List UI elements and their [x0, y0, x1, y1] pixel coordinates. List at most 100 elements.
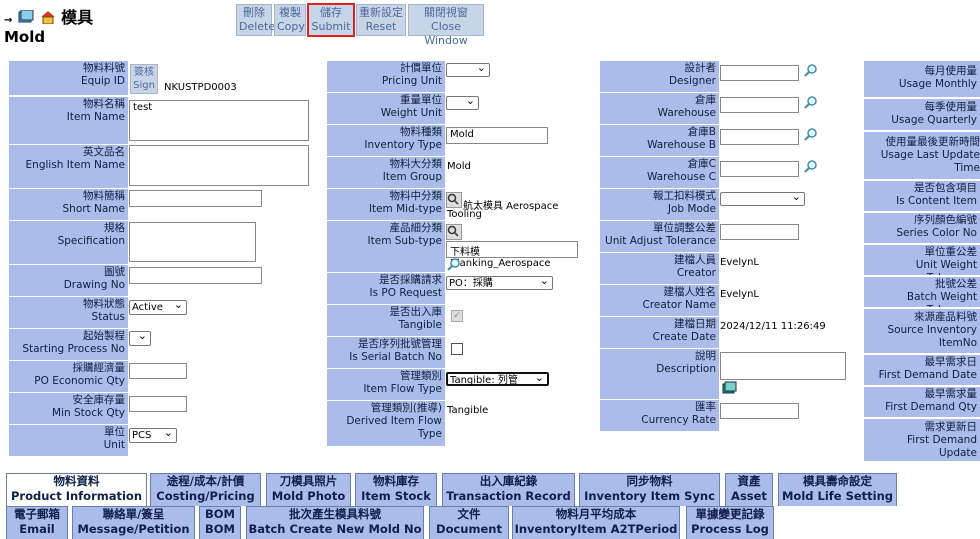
unit-select[interactable]: PCS: [129, 426, 177, 443]
tab-inventory-item-sync[interactable]: 同步物料 Inventory Item Sync: [579, 473, 720, 506]
submit-button[interactable]: 儲存 Submit: [307, 3, 355, 37]
english-name-textarea[interactable]: [129, 145, 309, 186]
label-item-name: 物料名稱 Item Name: [9, 97, 128, 144]
search-icon[interactable]: [446, 192, 462, 208]
weight-unit-select[interactable]: [446, 94, 479, 110]
tab-transaction-record[interactable]: 出入庫紀錄 Transaction Record: [442, 473, 575, 506]
label-currency-rate: 匯率 Currency Rate: [600, 400, 719, 431]
label-item-sub-type: 產品細分類 Item Sub-type: [327, 221, 445, 272]
tab-asset[interactable]: 資產 Asset: [725, 473, 773, 506]
unit-tolerance-input[interactable]: [720, 224, 799, 240]
label-po-qty: 採購經濟量 PO Economic Qty: [9, 361, 128, 392]
title-en: Mold: [4, 28, 46, 46]
label-english-name: 英文品名 English Item Name: [9, 145, 128, 188]
label-job-mode: 報工扣料模式 Job Mode: [600, 189, 719, 220]
tab-email[interactable]: 電子郵箱 Email: [6, 506, 68, 539]
label-first-demand-qty: 最早需求量 First Demand Qty: [864, 387, 980, 417]
label-designer: 設計者 Designer: [600, 61, 719, 92]
label-specification: 規格 Specification: [9, 221, 128, 264]
label-unit-weight-tolerance: 單位重公差Unit Weight Tolerance: [864, 245, 980, 275]
creator-name-value: EvelynL: [720, 289, 759, 300]
tab-mold-life-setting[interactable]: 模具壽命設定 Mold Life Setting: [778, 473, 897, 506]
starting-process-select[interactable]: [129, 329, 151, 346]
label-unit: 單位 Unit: [9, 425, 128, 456]
job-mode-select[interactable]: [720, 190, 805, 206]
item-name-textarea[interactable]: test: [129, 100, 309, 141]
label-item-mid-type: 物料中分類 Item Mid-type: [327, 189, 445, 220]
label-description: 說明 Description: [600, 349, 719, 399]
warehouse-c-input[interactable]: [720, 161, 799, 177]
label-starting-process: 起始製程 Starting Process No: [9, 329, 128, 360]
magnifier-icon[interactable]: [447, 258, 461, 272]
label-usage-quarterly: 每季使用量 Usage Quarterly: [864, 99, 980, 130]
label-inventory-type: 物料種類 Inventory Type: [327, 125, 445, 156]
label-create-date: 建檔日期 Create Date: [600, 317, 719, 348]
description-textarea[interactable]: [720, 352, 846, 380]
sign-button[interactable]: 簽核 Sign: [130, 64, 158, 94]
create-date-value: 2024/12/11 11:26:49: [720, 321, 826, 332]
label-tangible: 是否出入庫 Tangible: [327, 305, 445, 336]
label-warehouse-c: 倉庫C Warehouse C: [600, 157, 719, 188]
delete-button[interactable]: 刪除 Delete: [236, 4, 275, 36]
label-serial-batch: 是否序列批號管理 Is Serial Batch No: [327, 337, 445, 368]
search-icon[interactable]: [446, 224, 462, 240]
magnifier-icon[interactable]: [804, 128, 818, 142]
pricing-unit-select[interactable]: [446, 61, 490, 77]
specification-textarea[interactable]: [129, 222, 256, 262]
item-sub-type-input[interactable]: 下料模 Blanking_Aerospace: [446, 241, 578, 269]
warehouse-b-input[interactable]: [720, 129, 799, 145]
toolbar: 刪除 Delete 複製 Copy 儲存 Submit 重新設定 Reset 關閉視窗 C…: [236, 3, 484, 47]
item-mid-type-value-2: Tooling: [447, 209, 482, 220]
status-select[interactable]: Active: [129, 298, 187, 315]
label-po-request: 是否採購請求 Is PO Request: [327, 273, 445, 304]
page-title: → 模具: [4, 4, 93, 28]
label-warehouse-b: 倉庫B Warehouse B: [600, 125, 719, 156]
copy-button[interactable]: 複製 Copy: [274, 4, 306, 36]
tangible-checkbox[interactable]: ✓: [451, 310, 463, 322]
magnifier-icon[interactable]: [804, 64, 818, 78]
tab-batch-create-mold-no[interactable]: 批次產生模具料號 Batch Create New Mold No: [246, 506, 424, 539]
creator-value: EvelynL: [720, 257, 759, 268]
label-warehouse: 倉庫 Warehouse: [600, 93, 719, 124]
tab-costing-pricing[interactable]: 途程/成本/計價 Costing/Pricing: [150, 473, 261, 506]
label-item-group: 物料大分類 Item Group: [327, 157, 445, 188]
close-window-button[interactable]: 關閉視窗 Close Window: [408, 4, 484, 47]
short-name-input[interactable]: [129, 190, 262, 207]
item-no-value: NKUSTPD0003: [164, 82, 237, 93]
designer-input[interactable]: [720, 65, 799, 81]
tab-inventory-a2t-period[interactable]: 物料月平均成本 InventoryItem A2TPeriod: [512, 506, 680, 539]
label-usage-last-update: 使用量最後更新時間 Usage Last Update Time: [864, 132, 980, 179]
tab-bom[interactable]: BOM BOM: [199, 506, 241, 539]
serial-batch-checkbox[interactable]: [451, 343, 463, 355]
label-derived-flow-type: 管理類別(推導) Derived Item Flow Type: [327, 401, 445, 446]
label-source-inventory: 來源產品料號 Source Inventory ItemNo: [864, 309, 980, 353]
label-item-flow-type: 管理類別 Item Flow Type: [327, 369, 445, 400]
tab-process-log[interactable]: 單據變更記錄 Process Log: [686, 506, 774, 539]
arrow-icon: →: [4, 15, 13, 26]
label-series-color: 序列顏色編號 Series Color No: [864, 213, 980, 243]
warehouse-input[interactable]: [720, 97, 799, 113]
po-request-select[interactable]: PO：採購: [446, 274, 553, 290]
drawing-no-input[interactable]: [129, 267, 262, 284]
tab-message-petition[interactable]: 聯絡單/簽呈 Message/Petition: [72, 506, 195, 539]
currency-rate-input[interactable]: [720, 403, 799, 419]
inventory-type-input[interactable]: Mold: [446, 127, 548, 144]
book-icon[interactable]: [722, 381, 738, 398]
derived-flow-type-value: Tangible: [447, 405, 489, 416]
label-first-demand-update: 需求更新日 First Demand Update: [864, 419, 980, 461]
label-item-no: 物料料號 Equip ID: [9, 61, 128, 95]
magnifier-icon[interactable]: [804, 96, 818, 110]
label-batch-weight-tolerance: 批號公差Batch Weight Tolerance: [864, 277, 980, 307]
label-min-stock: 安全庫存量 Min Stock Qty: [9, 393, 128, 424]
label-first-demand-date: 最早需求日 First Demand Date: [864, 355, 980, 385]
po-qty-input[interactable]: [129, 363, 187, 379]
tab-product-information[interactable]: 物料資料 Product Information: [6, 473, 147, 506]
tab-mold-photo[interactable]: 刀模具照片 Mold Photo: [266, 473, 351, 506]
tab-item-stock[interactable]: 物料庫存 Item Stock: [355, 473, 437, 506]
item-flow-type-select[interactable]: Tangible: 列管: [446, 371, 549, 386]
min-stock-input[interactable]: [129, 396, 187, 412]
reset-button[interactable]: 重新設定 Reset: [356, 4, 406, 36]
magnifier-icon[interactable]: [804, 160, 818, 174]
tab-document[interactable]: 文件 Document: [429, 506, 509, 539]
label-usage-monthly: 每月使用量 Usage Monthly: [864, 61, 980, 97]
